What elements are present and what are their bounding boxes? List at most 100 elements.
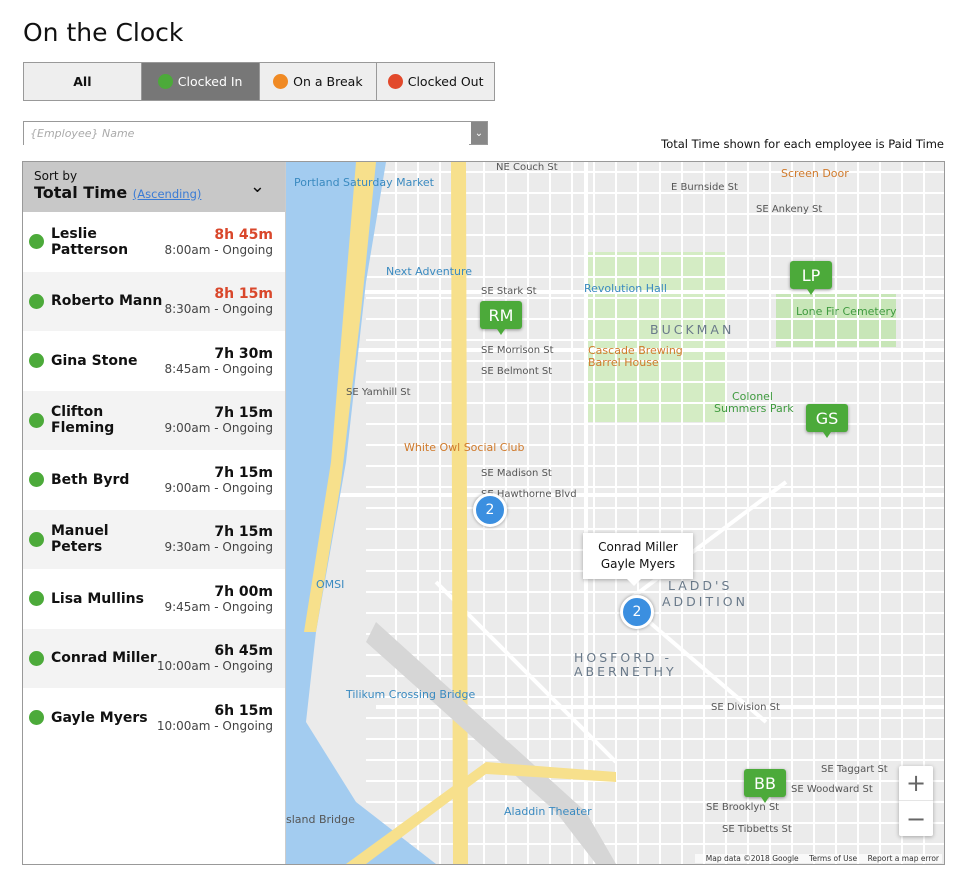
employee-marker-gs[interactable]: GS <box>806 404 848 438</box>
employee-name: Conrad Miller <box>51 650 157 667</box>
page-title: On the Clock <box>23 18 184 47</box>
total-time: 7h 15m <box>214 524 273 541</box>
employee-row[interactable]: Conrad Miller 6h 45m 10:00am - Ongoing <box>23 628 285 688</box>
employee-marker-rm[interactable]: RM <box>480 301 522 335</box>
time-span: 8:30am - Ongoing <box>164 302 273 317</box>
filter-label: On a Break <box>293 74 363 89</box>
chevron-down-icon[interactable]: ⌄ <box>471 122 487 144</box>
status-dot-icon <box>29 472 44 488</box>
employee-marker-bb[interactable]: BB <box>744 769 786 803</box>
map-label: Summers Park <box>714 402 794 415</box>
map-label: HOSFORD - <box>574 650 672 665</box>
map-label: ABERNETHY <box>574 664 677 679</box>
total-time: 7h 30m <box>214 345 273 362</box>
zoom-in-button[interactable]: + <box>899 766 933 801</box>
tooltip-name: Conrad Miller <box>598 540 678 554</box>
cluster-tooltip: Conrad Miller Gayle Myers <box>583 533 693 586</box>
status-dot-icon <box>157 74 173 89</box>
report-error-link[interactable]: Report a map error <box>868 854 939 863</box>
status-dot-icon <box>387 74 403 89</box>
sort-dropdown[interactable]: Sort by Total Time (Ascending) ⌄ <box>23 162 285 212</box>
time-span: 8:45am - Ongoing <box>164 361 273 376</box>
employee-name: Beth Byrd <box>51 471 130 488</box>
map-label: SE Stark St <box>481 286 537 297</box>
time-span: 8:00am - Ongoing <box>164 242 273 257</box>
total-time: 8h 15m <box>214 286 273 303</box>
map-label: Aladdin Theater <box>504 805 592 818</box>
map-label: SE Morrison St <box>481 345 554 356</box>
chevron-down-icon: ⌄ <box>249 176 265 197</box>
time-span: 9:30am - Ongoing <box>164 540 273 555</box>
employee-name: Roberto Mann <box>51 293 163 310</box>
zoom-controls: + − <box>899 766 933 836</box>
employee-row[interactable]: Clifton Fleming 7h 15m 9:00am - Ongoing <box>23 390 285 450</box>
total-time: 8h 45m <box>214 226 273 243</box>
map-label: SE Tibbetts St <box>722 824 792 835</box>
map-label: SE Brooklyn St <box>706 802 780 813</box>
map-attribution: Map data ©2018 Google Terms of Use Repor… <box>694 854 942 863</box>
employee-row[interactable]: Beth Byrd 7h 15m 9:00am - Ongoing <box>23 450 285 510</box>
time-span: 9:00am - Ongoing <box>164 480 273 495</box>
total-time: 7h 15m <box>214 464 273 481</box>
map-label: Screen Door <box>781 167 849 180</box>
employee-search: ⌄ <box>23 121 488 145</box>
employee-row[interactable]: Gayle Myers 6h 15m 10:00am - Ongoing <box>23 688 285 748</box>
map-label: SE Ankeny St <box>756 204 823 215</box>
map-label: Revolution Hall <box>584 282 667 295</box>
map[interactable]: Portland Saturday Market Next Adventure … <box>286 162 944 864</box>
map-label: Lone Fir Cemetery <box>796 305 897 318</box>
map-label: Barrel House <box>588 356 659 369</box>
paid-time-note: Total Time shown for each employee is Pa… <box>661 137 944 151</box>
status-dot-icon <box>29 293 44 309</box>
employee-row[interactable]: Roberto Mann 8h 15m 8:30am - Ongoing <box>23 271 285 331</box>
terms-link[interactable]: Terms of Use <box>809 854 857 863</box>
main-panel: Sort by Total Time (Ascending) ⌄ Leslie … <box>22 161 945 865</box>
sort-label: Sort by <box>34 169 78 183</box>
map-label: White Owl Social Club <box>404 441 525 454</box>
employee-row[interactable]: Gina Stone 7h 30m 8:45am - Ongoing <box>23 331 285 391</box>
map-label: SE Taggart St <box>821 764 888 775</box>
total-time: 7h 00m <box>214 583 273 600</box>
sort-field: Total Time <box>34 183 128 202</box>
time-span: 9:45am - Ongoing <box>164 599 273 614</box>
filter-label: Clocked Out <box>407 74 484 89</box>
status-dot-icon <box>29 412 44 428</box>
map-label: SE Woodward St <box>791 784 873 795</box>
employee-marker-lp[interactable]: LP <box>790 261 832 295</box>
map-label: OMSI <box>316 578 345 591</box>
status-dot-icon <box>29 650 44 666</box>
employee-name: Manuel Peters <box>51 523 109 556</box>
map-label: Portland Saturday Market <box>294 176 434 189</box>
status-dot-icon <box>29 531 44 547</box>
map-label: Tilikum Crossing Bridge <box>346 688 476 701</box>
map-label: SE Division St <box>711 702 780 713</box>
employee-row[interactable]: Manuel Peters 7h 15m 9:30am - Ongoing <box>23 509 285 569</box>
time-span: 10:00am - Ongoing <box>156 718 273 733</box>
employee-name: Leslie Patterson <box>51 225 129 258</box>
filter-on-a-break[interactable]: On a Break <box>259 63 378 100</box>
total-time: 7h 15m <box>214 405 273 422</box>
employee-row[interactable]: Leslie Patterson 8h 45m 8:00am - Ongoing <box>23 212 285 272</box>
zoom-out-button[interactable]: − <box>899 801 933 836</box>
filter-clocked-out[interactable]: Clocked Out <box>377 63 494 100</box>
filter-all[interactable]: All <box>24 63 142 100</box>
employee-row[interactable]: Lisa Mullins 7h 00m 9:45am - Ongoing <box>23 569 285 629</box>
status-dot-icon <box>29 234 44 250</box>
sort-order-link[interactable]: (Ascending) <box>133 187 202 201</box>
status-dot-icon <box>29 710 44 726</box>
map-label: Next Adventure <box>386 265 473 278</box>
map-data-text: Map data ©2018 Google <box>705 854 799 863</box>
employee-sidebar: Sort by Total Time (Ascending) ⌄ Leslie … <box>23 162 286 864</box>
map-label: NE Couch St <box>496 162 558 173</box>
employee-name-input[interactable] <box>24 122 469 145</box>
map-base <box>286 162 944 864</box>
time-span: 9:00am - Ongoing <box>164 421 273 436</box>
cluster-marker[interactable]: 2 <box>473 493 507 527</box>
filter-clocked-in[interactable]: Clocked In <box>141 63 260 100</box>
status-dot-icon <box>273 74 289 89</box>
map-label: LADD'S <box>668 578 733 593</box>
total-time: 6h 15m <box>214 702 273 719</box>
map-label: sland Bridge <box>286 813 355 826</box>
cluster-marker[interactable]: 2 <box>620 595 654 629</box>
map-label: SE Yamhill St <box>346 387 411 398</box>
